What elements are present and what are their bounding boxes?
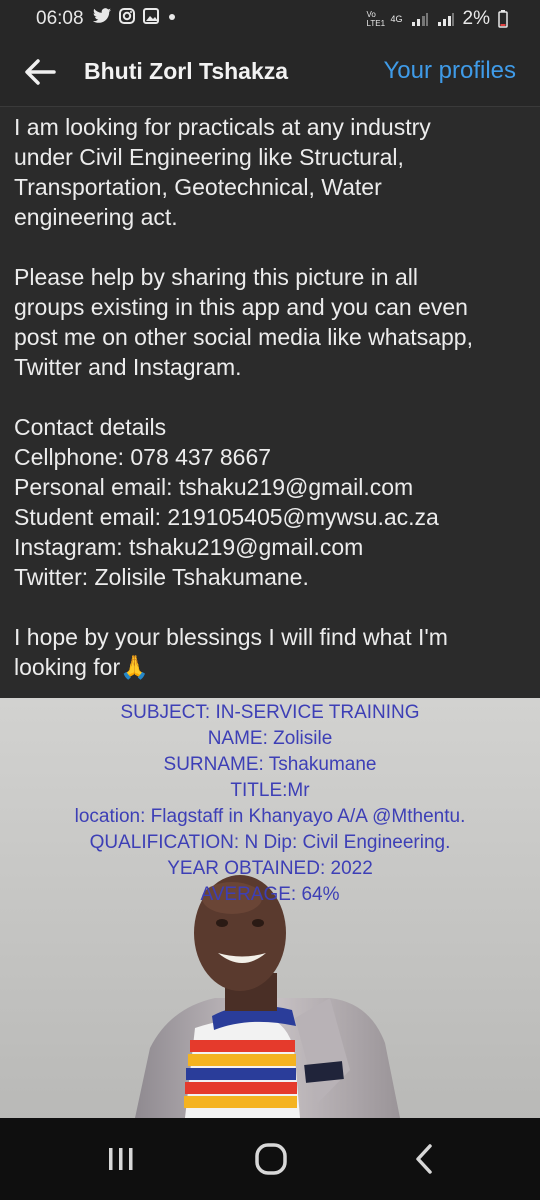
- post-line: engineering act.: [14, 204, 178, 230]
- signal-icon: [411, 13, 428, 26]
- image-year: YEAR OBTAINED: 2022: [167, 858, 373, 879]
- post-line: post me on other social media like whats…: [14, 324, 473, 350]
- network-label: 4G: [390, 14, 403, 24]
- dot-icon: [169, 14, 175, 20]
- contact-cellphone: Cellphone: 078 437 8667: [14, 444, 272, 470]
- contact-details: Contact details Cellphone: 078 437 8667 …: [14, 412, 529, 592]
- contact-heading: Contact details: [14, 414, 167, 440]
- system-nav-bar: [0, 1118, 540, 1200]
- status-right: Vo LTE1 4G 2%: [367, 8, 508, 30]
- recents-icon[interactable]: [104, 1142, 138, 1176]
- signal-icon-2: [437, 13, 454, 26]
- battery-percent: 2%: [462, 8, 490, 29]
- page-title: Bhuti Zorl Tshakza: [84, 58, 289, 84]
- image-location: location: Flagstaff in Khanyayo A/A @Mth…: [74, 806, 466, 827]
- post-line: looking for🙏: [14, 654, 149, 680]
- home-icon[interactable]: [253, 1142, 289, 1176]
- notification-icons: [92, 7, 178, 25]
- contact-instagram: Instagram: tshaku219@gmail.com: [14, 534, 364, 560]
- image-name: NAME: Zolisile: [207, 728, 333, 749]
- post-paragraph-2: Please help by sharing this picture in a…: [14, 262, 529, 382]
- battery-icon: [498, 10, 508, 28]
- your-profiles-link[interactable]: Your profiles: [383, 57, 516, 85]
- contact-personal-email: Personal email: tshaku219@gmail.com: [14, 474, 414, 500]
- image-caption-text: SUBJECT: IN-SERVICE TRAINING NAME: Zolis…: [0, 700, 540, 908]
- app-bar: Bhuti Zorl Tshakza Your profiles: [0, 38, 540, 107]
- post-photo[interactable]: SUBJECT: IN-SERVICE TRAINING NAME: Zolis…: [0, 698, 540, 1118]
- twitter-icon: [92, 8, 111, 23]
- gallery-icon: [143, 8, 159, 24]
- image-average: AVERAGE: 64%: [200, 884, 340, 905]
- image-qualification: QUALIFICATION: N Dip: Civil Engineering.: [89, 832, 451, 853]
- post-paragraph-1: I am looking for practicals at any indus…: [14, 112, 529, 232]
- image-subject: SUBJECT: IN-SERVICE TRAINING: [120, 702, 420, 723]
- image-surname: SURNAME: Tshakumane: [163, 754, 377, 775]
- post-line: Twitter and Instagram.: [14, 354, 242, 380]
- status-time: 06:08: [36, 8, 84, 29]
- post-line: I am looking for practicals at any indus…: [14, 114, 431, 140]
- status-bar: 06:08 Vo LTE1 4G 2%: [0, 0, 540, 38]
- volte-label: Vo LTE1: [366, 10, 386, 28]
- contact-student-email: Student email: 219105405@mywsu.ac.za: [14, 504, 439, 530]
- post-closing: I hope by your blessings I will find wha…: [14, 622, 529, 682]
- contact-twitter: Twitter: Zolisile Tshakumane.: [14, 564, 309, 590]
- post-line: Please help by sharing this picture in a…: [14, 264, 419, 290]
- post-line: groups existing in this app and you can …: [14, 294, 468, 320]
- post-line: Transportation, Geotechnical, Water: [14, 174, 382, 200]
- post-text: I am looking for practicals at any indus…: [14, 112, 529, 712]
- image-title: TITLE:Mr: [230, 780, 310, 801]
- instagram-icon: [119, 8, 135, 24]
- back-icon[interactable]: [410, 1142, 440, 1176]
- arrow-left-icon[interactable]: [22, 55, 58, 89]
- post-line: under Civil Engineering like Structural,: [14, 144, 404, 170]
- post-line: I hope by your blessings I will find wha…: [14, 624, 448, 650]
